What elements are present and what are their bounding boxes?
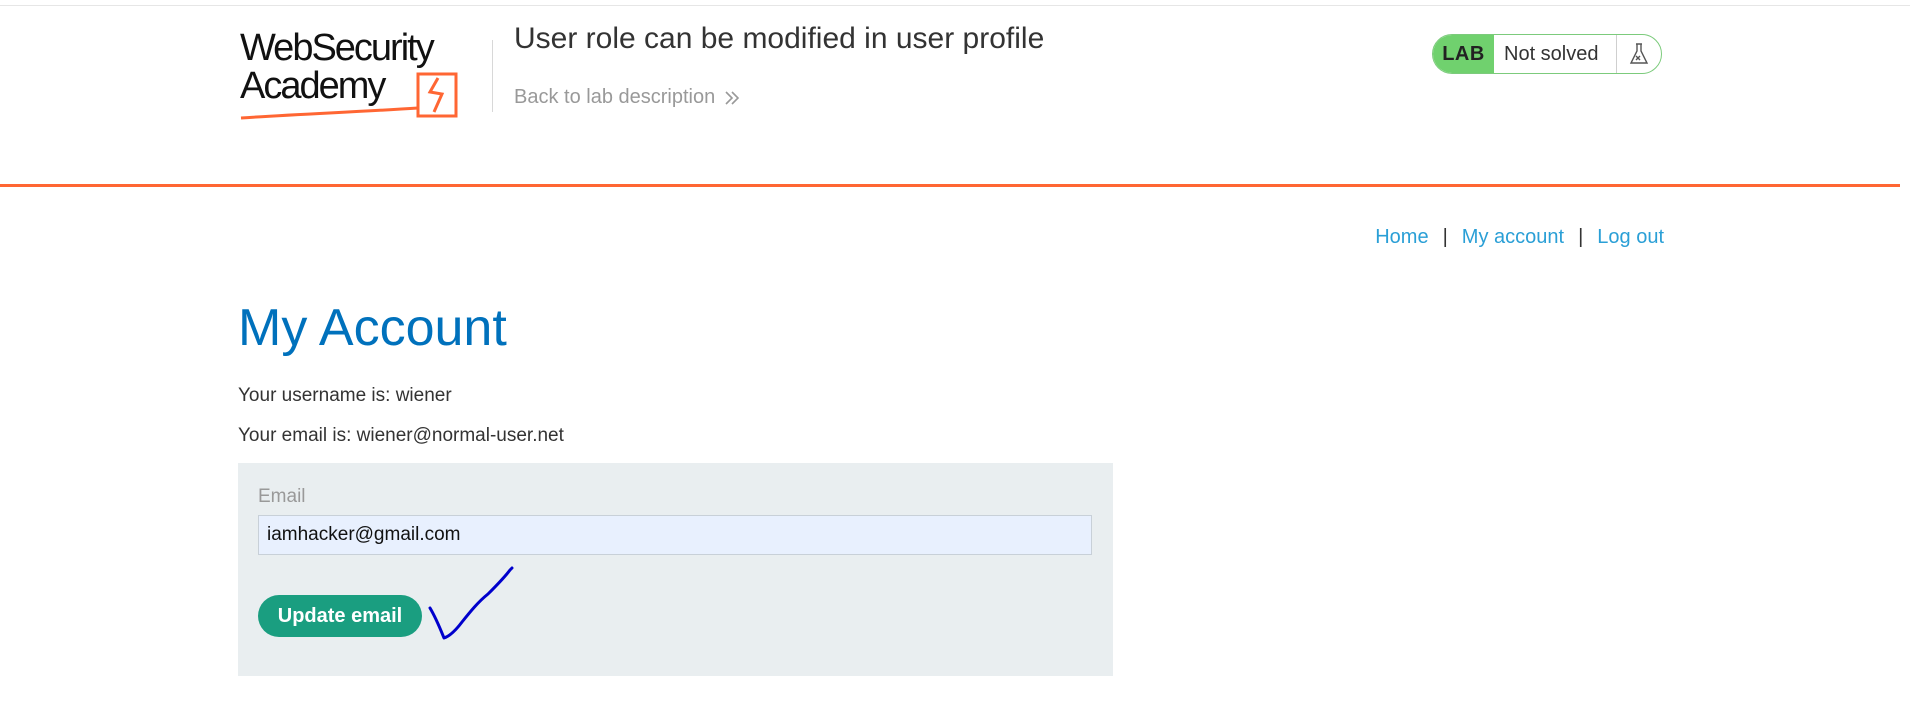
- back-to-lab-description-link[interactable]: Back to lab description: [514, 86, 741, 109]
- update-email-button[interactable]: Update email: [258, 595, 422, 637]
- web-security-academy-logo[interactable]: WebSecurity Academy: [238, 28, 490, 124]
- logo-text-line1: WebSecurity: [240, 28, 435, 69]
- username-info: Your username is: wiener: [238, 385, 452, 406]
- double-chevron-right-icon: [723, 89, 741, 107]
- header: WebSecurity Academy User role can be mod…: [0, 0, 1910, 186]
- email-label: Email: [258, 486, 306, 507]
- nav-log-out-link[interactable]: Log out: [1597, 226, 1664, 249]
- checkmark-icon: [428, 566, 514, 640]
- nav-home-link[interactable]: Home: [1375, 226, 1428, 249]
- email-input[interactable]: [258, 515, 1092, 555]
- nav-separator: |: [1578, 226, 1584, 248]
- back-link-label: Back to lab description: [514, 86, 716, 108]
- logo-text-line2: Academy: [240, 65, 386, 107]
- header-orange-divider: [0, 184, 1900, 187]
- change-email-form: Email Update email: [238, 463, 1113, 676]
- email-info: Your email is: wiener@normal-user.net: [238, 425, 564, 446]
- lab-title: User role can be modified in user profil…: [514, 22, 1045, 55]
- top-nav: Home | My account | Log out: [1375, 226, 1664, 249]
- flask-icon[interactable]: [1616, 35, 1661, 73]
- page-title: My Account: [238, 299, 507, 357]
- logo-divider: [492, 40, 493, 112]
- lab-status-text: Not solved: [1504, 42, 1599, 65]
- nav-my-account-link[interactable]: My account: [1462, 226, 1564, 249]
- lab-status-widget: LAB Not solved: [1432, 34, 1662, 74]
- lab-badge: LAB: [1433, 35, 1494, 73]
- nav-separator: |: [1442, 226, 1448, 248]
